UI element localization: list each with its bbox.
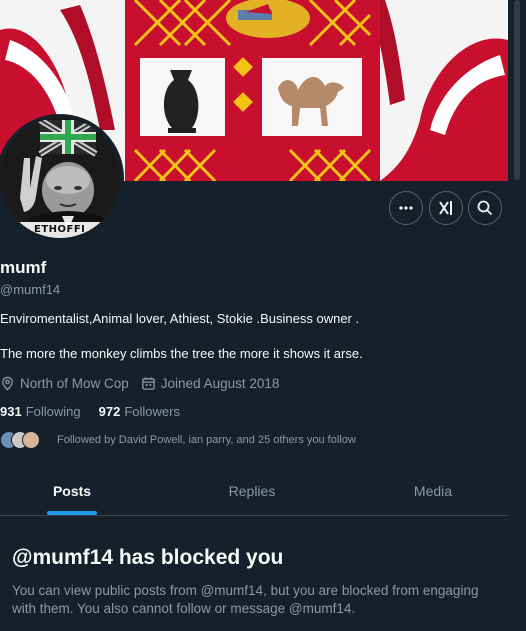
scrollbar-track[interactable] — [508, 0, 526, 631]
profile-meta: North of Mow Cop Joined August 2018 — [0, 374, 291, 392]
follow-stats: 931 Following 972 Followers — [0, 404, 198, 419]
tab-media[interactable]: Media — [383, 466, 483, 516]
follower-avatar — [22, 431, 40, 449]
grok-icon — [439, 201, 452, 215]
blocked-title: @mumf14 has blocked you — [12, 546, 284, 569]
user-handle: @mumf14 — [0, 282, 61, 297]
more-icon — [399, 206, 413, 210]
joined-text: Joined August 2018 — [160, 375, 280, 391]
blocked-message: You can view public posts from @mumf14, … — [12, 583, 479, 616]
bio-line-1: Enviromentalist,Animal lover, Athiest, S… — [0, 311, 360, 326]
avatar-image — [0, 118, 120, 238]
followers-label: Followers — [124, 404, 180, 419]
grok-button[interactable] — [429, 191, 463, 225]
profile-tabs: Posts Replies Media — [0, 466, 508, 516]
profile-page: ETHOFFI mumf @mumf14 Enviromentalist,Ani… — [0, 0, 526, 631]
avatar[interactable]: ETHOFFI — [0, 114, 124, 242]
search-button[interactable] — [468, 191, 502, 225]
followed-by-row[interactable]: Followed by David Powell, ian parry, and… — [0, 430, 356, 450]
display-name: mumf — [0, 258, 47, 277]
tab-replies[interactable]: Replies — [202, 466, 302, 516]
more-button[interactable] — [389, 191, 423, 225]
following-link[interactable]: 931 Following — [0, 404, 81, 419]
scrollbar-thumb[interactable] — [514, 0, 520, 180]
followers-count: 972 — [98, 404, 121, 419]
following-label: Following — [25, 404, 81, 419]
location-text: North of Mow Cop — [20, 375, 129, 391]
location-pin-icon — [2, 376, 13, 390]
active-tab-indicator — [47, 511, 97, 515]
followed-by-text: Followed by David Powell, ian parry, and… — [57, 434, 356, 446]
tab-posts[interactable]: Posts — [22, 466, 122, 516]
avatar-caption: ETHOFFI — [34, 224, 86, 235]
search-icon — [477, 200, 493, 216]
joined-item: Joined August 2018 — [141, 375, 280, 391]
followers-link[interactable]: 972 Followers — [99, 404, 180, 419]
location-item: North of Mow Cop — [0, 376, 129, 391]
calendar-icon — [142, 376, 155, 390]
following-count: 931 — [0, 404, 22, 419]
bio-line-2: The more the monkey climbs the tree the … — [0, 346, 363, 361]
follower-avatars — [0, 431, 40, 449]
